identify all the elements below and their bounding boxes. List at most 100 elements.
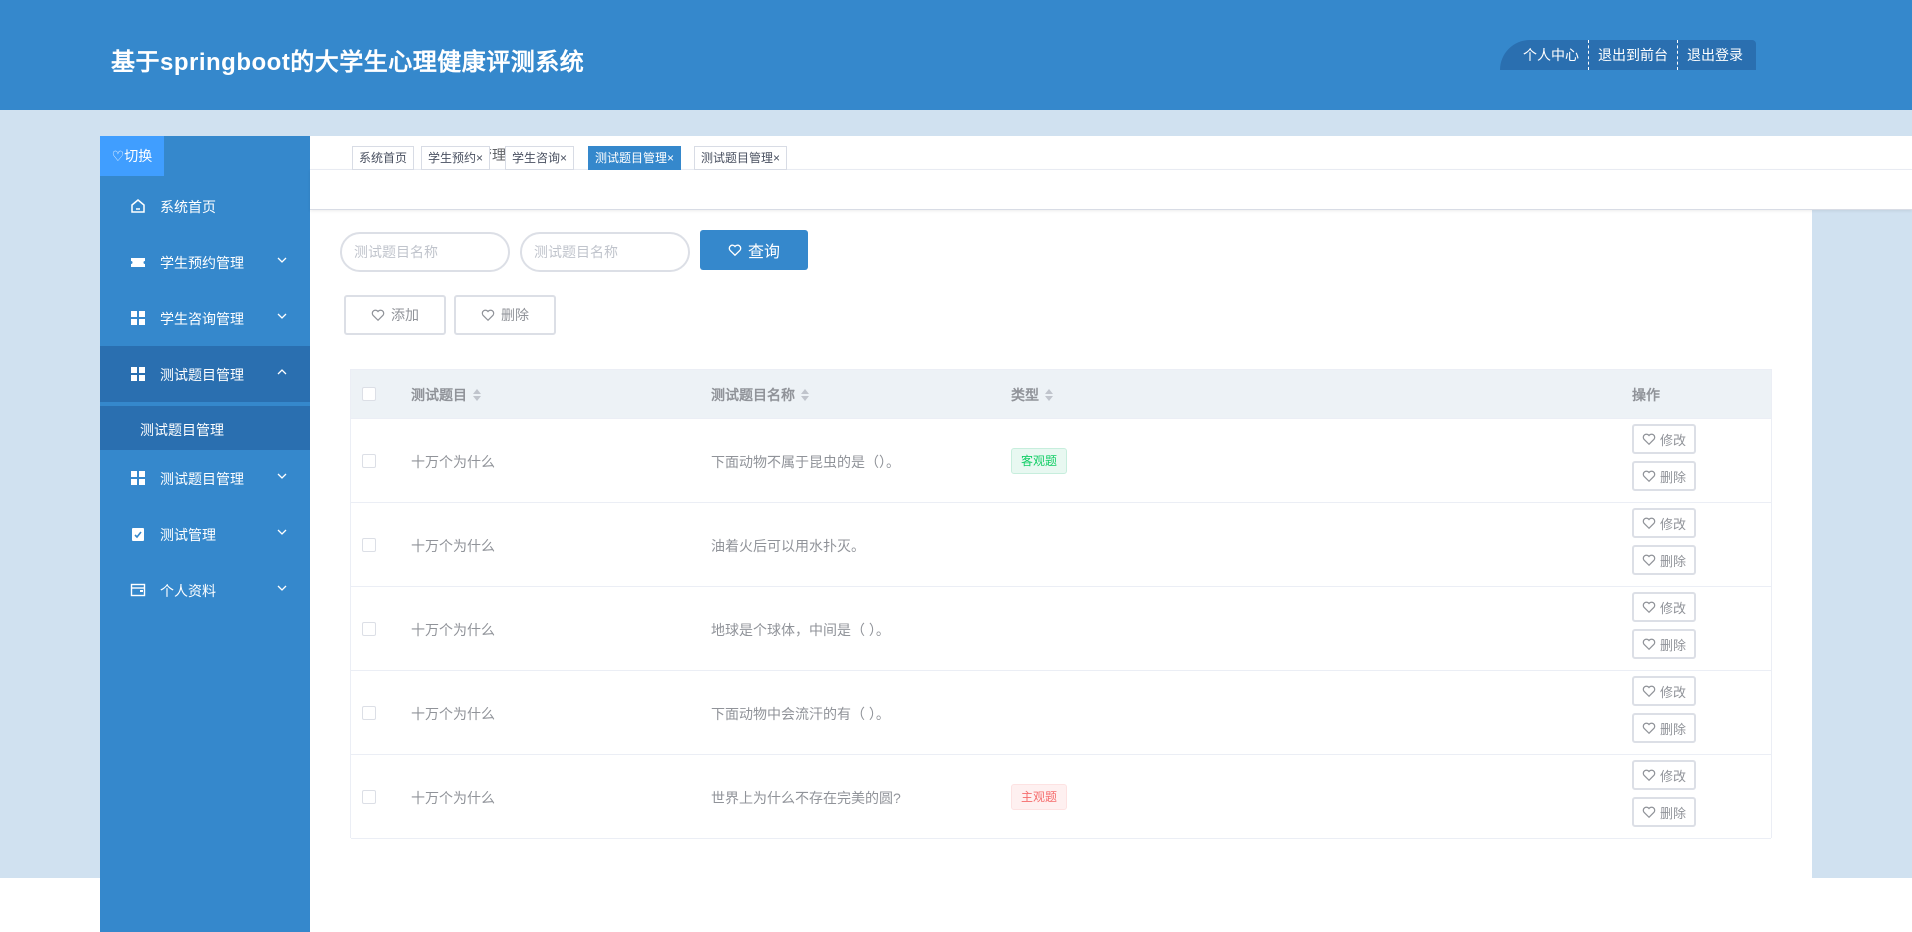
heart-icon	[1642, 433, 1656, 446]
add-button[interactable]: 添加	[344, 295, 446, 335]
table-row: 十万个为什么 地球是个球体，中间是（ ）。 修改 删除	[351, 587, 1771, 671]
sort-icon[interactable]	[801, 389, 809, 401]
wallet-icon	[130, 583, 146, 597]
top-actions: 个人中心 退出到前台 退出登录	[1500, 40, 1756, 70]
close-icon[interactable]: ×	[476, 151, 483, 165]
sidebar-item-profile[interactable]: 个人资料	[100, 562, 310, 618]
edit-button[interactable]: 修改	[1632, 592, 1696, 622]
switch-button[interactable]: ♡切换	[100, 136, 164, 176]
table-row: 十万个为什么 油着火后可以用水扑灭。 修改 删除	[351, 503, 1771, 587]
cell-paper: 十万个为什么	[411, 538, 495, 554]
chevron-down-icon	[277, 473, 287, 479]
heart-icon	[1642, 601, 1656, 614]
sort-icon[interactable]	[1045, 389, 1053, 401]
close-icon[interactable]: ×	[560, 151, 567, 165]
personal-center-link[interactable]: 个人中心	[1514, 40, 1588, 70]
row-delete-button[interactable]: 删除	[1632, 713, 1696, 743]
grid-icon	[131, 367, 145, 381]
query-button[interactable]: 查询	[700, 230, 808, 270]
cell-question-name: 地球是个球体，中间是（ ）。	[711, 622, 890, 638]
heart-icon	[1642, 517, 1656, 530]
sidebar-item-home[interactable]: 系统首页	[100, 178, 310, 234]
sidebar-item-test-questions-2[interactable]: 测试题目管理	[100, 450, 310, 506]
ticket-icon	[131, 258, 145, 267]
tab-test-questions[interactable]: 测试题目管理×	[694, 146, 788, 170]
chevron-down-icon	[277, 257, 287, 263]
edit-button[interactable]: 修改	[1632, 424, 1696, 454]
edit-button[interactable]: 修改	[1632, 508, 1696, 538]
sidebar-item-consultations[interactable]: 学生咨询管理	[100, 290, 310, 346]
heart-icon	[1642, 685, 1656, 698]
questions-table: 测试题目 测试题目名称 类型 操作 十万个为什么 下面动物不属于昆虫的是（）。 …	[350, 369, 1772, 839]
close-icon[interactable]: ×	[773, 151, 780, 165]
heart-icon	[1642, 806, 1656, 819]
header-actions: 操作	[1632, 387, 1660, 403]
row-checkbox[interactable]	[362, 622, 376, 636]
row-delete-button[interactable]: 删除	[1632, 545, 1696, 575]
chevron-down-icon	[277, 313, 287, 319]
row-checkbox[interactable]	[362, 454, 376, 468]
logout-link[interactable]: 退出登录	[1677, 40, 1752, 70]
search-input-question-name[interactable]: 测试题目名称	[340, 232, 510, 272]
row-checkbox[interactable]	[362, 538, 376, 552]
sidebar-item-appointments[interactable]: 学生预约管理	[100, 234, 310, 290]
type-badge-objective: 客观题	[1011, 448, 1068, 474]
table-header: 测试题目 测试题目名称 类型 操作	[351, 370, 1771, 419]
sidebar: ♡切换 系统首页 学生预约管理 学生咨询管理 测试题目管理 测试题目管理 测试题…	[100, 136, 310, 932]
top-header: 基于springboot的大学生心理健康评测系统 个人中心 退出到前台 退出登录	[0, 0, 1912, 110]
tab-student-consultations[interactable]: 学生咨询×	[505, 146, 575, 170]
tags-bar	[310, 170, 1912, 210]
submenu-item-test-questions[interactable]: 测试题目管理	[100, 406, 310, 450]
heart-icon	[481, 309, 495, 322]
close-icon[interactable]: ×	[667, 151, 674, 165]
sort-icon[interactable]	[473, 389, 481, 401]
chevron-down-icon	[277, 529, 287, 535]
delete-button[interactable]: 删除	[454, 295, 556, 335]
table-row: 十万个为什么 下面动物不属于昆虫的是（）。 客观题 修改 删除	[351, 419, 1771, 503]
tab-student-appointments[interactable]: 学生预约×	[421, 146, 491, 170]
row-checkbox[interactable]	[362, 706, 376, 720]
edit-button[interactable]: 修改	[1632, 676, 1696, 706]
sidebar-item-tests[interactable]: 测试管理	[100, 506, 310, 562]
header-question-name[interactable]: 测试题目名称	[711, 385, 809, 405]
row-delete-button[interactable]: 删除	[1632, 629, 1696, 659]
heart-icon: ♡	[111, 148, 125, 164]
cell-paper: 十万个为什么	[411, 790, 495, 806]
tab-test-questions-active[interactable]: 测试题目管理×	[588, 146, 682, 170]
row-delete-button[interactable]: 删除	[1632, 461, 1696, 491]
type-badge-subjective: 主观题	[1011, 784, 1068, 810]
clipboard-icon	[132, 528, 144, 541]
search-input-question-name-2[interactable]: 测试题目名称	[520, 232, 690, 272]
grid-icon	[131, 471, 145, 485]
heart-icon	[1642, 470, 1656, 483]
chevron-up-icon	[277, 369, 287, 375]
cell-paper: 十万个为什么	[411, 622, 495, 638]
chevron-down-icon	[277, 585, 287, 591]
app-title: 基于springboot的大学生心理健康评测系统	[111, 49, 585, 76]
heart-icon	[728, 244, 742, 257]
cell-question-name: 世界上为什么不存在完美的圆?	[711, 790, 901, 806]
row-delete-button[interactable]: 删除	[1632, 797, 1696, 827]
heart-icon	[1642, 722, 1656, 735]
table-row: 十万个为什么 世界上为什么不存在完美的圆? 主观题 修改 删除	[351, 755, 1771, 839]
heart-icon	[1642, 638, 1656, 651]
header-type[interactable]: 类型	[1011, 385, 1053, 405]
cell-paper: 十万个为什么	[411, 454, 495, 470]
heart-icon	[1642, 769, 1656, 782]
row-checkbox[interactable]	[362, 790, 376, 804]
select-all-checkbox[interactable]	[362, 387, 376, 401]
heart-icon	[371, 309, 385, 322]
tab-system-home[interactable]: 系统首页	[352, 146, 415, 170]
sidebar-item-test-questions[interactable]: 测试题目管理	[100, 346, 310, 402]
edit-button[interactable]: 修改	[1632, 760, 1696, 790]
cell-question-name: 下面动物不属于昆虫的是（）。	[711, 454, 900, 470]
home-icon	[131, 199, 145, 213]
cell-question-name: 下面动物中会流汗的有（ ）。	[711, 706, 890, 722]
cell-paper: 十万个为什么	[411, 706, 495, 722]
exit-to-frontend-link[interactable]: 退出到前台	[1588, 40, 1677, 70]
heart-icon	[1642, 554, 1656, 567]
header-paper[interactable]: 测试题目	[411, 385, 481, 405]
table-row: 十万个为什么 下面动物中会流汗的有（ ）。 修改 删除	[351, 671, 1771, 755]
cell-question-name: 油着火后可以用水扑灭。	[711, 538, 865, 554]
grid-icon	[131, 311, 145, 325]
